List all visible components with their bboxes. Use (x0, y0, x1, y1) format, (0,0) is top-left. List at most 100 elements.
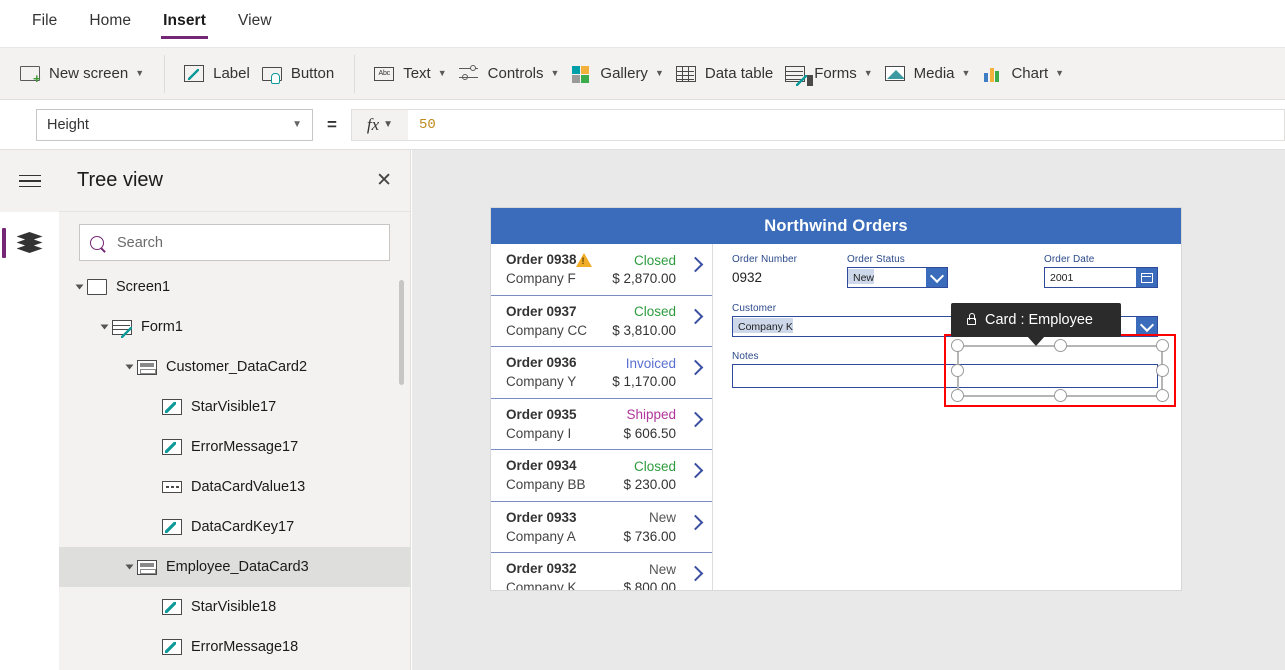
rail-tree-view-button[interactable] (0, 212, 59, 274)
ribbon-gallery-button[interactable]: Gallery ▼ (565, 64, 669, 84)
gallery-status: Closed (633, 458, 676, 474)
gallery-order-number: Order 0933 (506, 509, 577, 525)
tree-item-errormessage18[interactable]: ErrorMessage18 (59, 627, 410, 667)
menu-item-insert[interactable]: Insert (161, 8, 208, 39)
text-abc-icon: Abc (374, 66, 395, 81)
property-selector-value: Height (47, 116, 89, 133)
left-rail (0, 150, 59, 670)
notes-label: Notes (732, 351, 759, 362)
gallery-row-line2: Company Y $ 1,170.00 (506, 374, 704, 389)
chevron-down-icon: ▼ (135, 68, 145, 78)
tree-item-datacardkey17[interactable]: DataCardKey17 (59, 507, 410, 547)
resize-handle-bottom-center[interactable] (1054, 389, 1067, 402)
tree-item-label: ErrorMessage18 (191, 639, 299, 655)
gallery-row[interactable]: Order 0932 New Company K $ 800.00 (491, 553, 712, 590)
tree-item-employee_datacard3[interactable]: Employee_DataCard3 (59, 547, 410, 587)
order-date-label: Order Date (1044, 254, 1095, 265)
expand-arrow-icon[interactable] (96, 323, 112, 331)
resize-handle-top-left[interactable] (951, 339, 964, 352)
gallery-company: Company Y (506, 374, 577, 389)
gallery-order-number: Order 0936 (506, 355, 577, 370)
order-number-value: 0932 (732, 270, 763, 285)
ribbon-data-table-button[interactable]: Data table (670, 65, 779, 82)
label-control-icon (162, 399, 182, 415)
gallery-row[interactable]: Order 0938 Closed Company F $ 2,870.00 (491, 244, 712, 296)
resize-handle-middle-left[interactable] (951, 364, 964, 377)
ribbon-button-label: Button (290, 65, 335, 82)
tree-item-label: Screen1 (116, 279, 171, 295)
ribbon-text-label: Text (403, 65, 431, 82)
order-status-dropdown[interactable]: New (847, 267, 948, 288)
menu-item-home[interactable]: Home (87, 8, 133, 39)
hamburger-menu-button[interactable] (0, 150, 59, 212)
tree-search-box[interactable] (79, 224, 390, 261)
ribbon-controls-button[interactable]: Controls ▼ (453, 64, 566, 84)
gallery-order-number: Order 0937 (506, 303, 577, 319)
gallery-order-wrap: Order 0937 (506, 303, 577, 321)
tree-item-errormessage17[interactable]: ErrorMessage17 (59, 427, 410, 467)
order-date-field[interactable]: 2001 (1044, 267, 1158, 288)
formula-input[interactable]: 50 (407, 108, 1285, 141)
ribbon-text-button[interactable]: Abc Text ▼ (368, 65, 452, 82)
calendar-icon[interactable] (1136, 268, 1157, 287)
gallery-row[interactable]: Order 0935 Shipped Company I $ 606.50 (491, 399, 712, 450)
app-title: Northwind Orders (764, 216, 908, 235)
menu-item-file[interactable]: File (30, 8, 59, 39)
gallery-status: Closed (633, 304, 676, 319)
expand-arrow-icon[interactable] (121, 363, 137, 371)
chart-bars-icon (982, 64, 1002, 84)
gallery-row[interactable]: Order 0933 New Company A $ 736.00 (491, 502, 712, 553)
gallery-row[interactable]: Order 0934 Closed Company BB $ 230.00 (491, 450, 712, 502)
expand-arrow-icon[interactable] (121, 563, 137, 571)
resize-handle-top-right[interactable] (1156, 339, 1169, 352)
gallery-status: Shipped (626, 407, 676, 422)
ribbon-new-screen-button[interactable]: New screen ▼ (14, 65, 150, 85)
menu-item-view[interactable]: View (236, 8, 274, 39)
fx-button[interactable]: fx ▼ (350, 108, 408, 141)
gallery-amount: $ 736.00 (623, 528, 676, 544)
ribbon-forms-button[interactable]: Forms ▼ (779, 65, 878, 86)
ribbon-chart-button[interactable]: Chart ▼ (976, 64, 1070, 84)
ribbon-label-button[interactable]: Label (178, 65, 256, 82)
ribbon-data-table-label: Data table (704, 65, 774, 82)
menu-bar: File Home Insert View (0, 0, 1285, 48)
chevron-down-icon: ▼ (550, 68, 560, 78)
tree-item-screen1[interactable]: Screen1 (59, 267, 410, 307)
ribbon-group-basic: Label Button (164, 48, 354, 99)
tree-item-customer_datacard2[interactable]: Customer_DataCard2 (59, 347, 410, 387)
resize-handle-bottom-right[interactable] (1156, 389, 1169, 402)
gallery-status: Closed (633, 252, 676, 268)
tree-item-starvisible18[interactable]: StarVisible18 (59, 587, 410, 627)
ribbon-button-button[interactable]: Button (256, 65, 340, 84)
gallery-row[interactable]: Order 0936 Invoiced Company Y $ 1,170.00 (491, 347, 712, 399)
gallery-status: New (648, 510, 676, 525)
chevron-down-icon[interactable] (926, 268, 947, 287)
tree-item-datacardvalue13[interactable]: DataCardValue13 (59, 467, 410, 507)
resize-handle-bottom-left[interactable] (951, 389, 964, 402)
gallery-row-line1: Order 0935 Shipped (506, 406, 704, 424)
order-number-label: Order Number (732, 254, 798, 265)
ribbon-media-button[interactable]: Media ▼ (879, 65, 977, 82)
property-selector-dropdown[interactable]: Height ▼ (36, 108, 313, 141)
gallery-row[interactable]: Order 0937 Closed Company CC $ 3,810.00 (491, 296, 712, 347)
chevron-down-icon: ▼ (383, 119, 394, 130)
gallery-order-number: Order 0934 (506, 458, 577, 473)
orders-gallery[interactable]: Order 0938ClosedCompany F$ 2,870.00 Order… (491, 244, 713, 590)
tree-scrollbar-thumb[interactable] (399, 280, 404, 385)
expand-arrow-icon[interactable] (71, 283, 87, 291)
close-icon[interactable]: ✕ (376, 171, 392, 190)
resize-handle-middle-right[interactable] (1156, 364, 1169, 377)
chevron-down-icon: ▼ (1055, 68, 1065, 78)
order-date-value: 2001 (1050, 272, 1074, 284)
tree-item-starvisible17[interactable]: StarVisible17 (59, 387, 410, 427)
tree-item-form1[interactable]: Form1 (59, 307, 410, 347)
gallery-company: Company I (506, 425, 572, 441)
app-header-banner: Northwind Orders (491, 208, 1181, 244)
card-tooltip-text: Card : Employee (985, 312, 1093, 328)
chevron-down-icon: ▼ (437, 68, 447, 78)
ribbon-gallery-label: Gallery (600, 65, 648, 82)
tree-item-label: StarVisible18 (191, 599, 277, 615)
resize-handle-top-center[interactable] (1054, 339, 1067, 352)
formula-bar: Height ▼ = fx ▼ 50 (0, 100, 1285, 150)
search-input[interactable] (115, 233, 379, 252)
